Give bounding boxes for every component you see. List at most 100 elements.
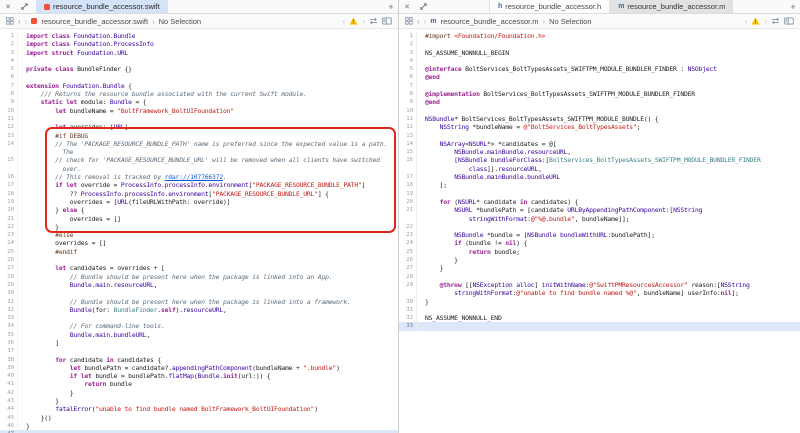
line-number[interactable]: 21 xyxy=(399,206,417,214)
line-number[interactable]: 4 xyxy=(0,57,18,65)
related-items-icon[interactable] xyxy=(405,17,413,25)
line-number[interactable] xyxy=(399,165,417,173)
line-number[interactable]: 22 xyxy=(0,223,18,231)
code-line[interactable]: 15 // check for 'PACKAGE_RESOURCE_BUNDLE… xyxy=(0,156,398,164)
next-issue-icon[interactable]: › xyxy=(362,17,365,26)
line-number[interactable]: 8 xyxy=(0,90,18,98)
line-number[interactable]: 17 xyxy=(399,173,417,181)
line-number[interactable]: 11 xyxy=(399,115,417,123)
code-line[interactable]: 44 fatalError("unable to find bundle nam… xyxy=(0,405,398,413)
line-number[interactable]: 32 xyxy=(0,306,18,314)
line-number[interactable]: 18 xyxy=(399,181,417,189)
line-number[interactable]: 4 xyxy=(399,57,417,65)
line-number[interactable] xyxy=(0,165,18,173)
code-line[interactable]: 30} xyxy=(399,298,800,306)
line-number[interactable]: 43 xyxy=(0,397,18,405)
code-line[interactable]: 14 NSArray<NSURL*> *candidates = @[ xyxy=(399,140,800,148)
forward-icon[interactable]: › xyxy=(424,17,427,26)
code-line[interactable]: 29 Bundle.main.resourceURL, xyxy=(0,281,398,289)
prev-issue-icon[interactable]: ‹ xyxy=(343,17,346,26)
code-line[interactable]: 13 #if DEBUG xyxy=(0,132,398,140)
line-number[interactable]: 16 xyxy=(399,156,417,164)
code-line[interactable]: 28 xyxy=(399,273,800,281)
code-line[interactable]: 14 // The 'PACKAGE_RESOURCE_BUNDLE_PATH'… xyxy=(0,140,398,148)
code-line[interactable]: 20 } else { xyxy=(0,206,398,214)
code-line[interactable]: stringWithFormat:@"unable to find bundle… xyxy=(399,289,800,297)
line-number[interactable]: 1 xyxy=(399,32,417,40)
code-line[interactable]: 4 xyxy=(399,57,800,65)
line-number[interactable]: 39 xyxy=(0,364,18,372)
line-number[interactable]: 37 xyxy=(0,347,18,355)
line-number[interactable]: 36 xyxy=(0,339,18,347)
code-line[interactable]: 28 // Bundle should be present here when… xyxy=(0,273,398,281)
line-number[interactable]: 14 xyxy=(399,140,417,148)
line-number[interactable]: 41 xyxy=(0,380,18,388)
code-line[interactable]: 24 if (bundle != nil) { xyxy=(399,239,800,247)
line-number[interactable]: 14 xyxy=(0,140,18,148)
code-line[interactable]: 37 xyxy=(0,347,398,355)
code-line[interactable]: 38 for candidate in candidates { xyxy=(0,356,398,364)
related-items-icon[interactable] xyxy=(6,17,14,25)
line-number[interactable] xyxy=(0,148,18,156)
code-line[interactable]: 45 }() xyxy=(0,414,398,422)
line-number[interactable]: 23 xyxy=(399,231,417,239)
line-number[interactable]: 2 xyxy=(399,40,417,48)
line-number[interactable]: 30 xyxy=(0,289,18,297)
line-number[interactable]: 29 xyxy=(399,281,417,289)
enter-fullscreen-icon[interactable] xyxy=(415,0,431,13)
line-number[interactable]: 16 xyxy=(0,173,18,181)
line-number[interactable]: 10 xyxy=(0,107,18,115)
line-number[interactable]: 40 xyxy=(0,372,18,380)
line-number[interactable]: 3 xyxy=(0,49,18,57)
line-number[interactable]: 28 xyxy=(399,273,417,281)
code-line[interactable]: 12 let overrides: [URL] xyxy=(0,123,398,131)
line-number[interactable]: 20 xyxy=(399,198,417,206)
line-number[interactable]: 24 xyxy=(399,239,417,247)
add-editor-icon[interactable] xyxy=(382,17,392,25)
line-number[interactable]: 2 xyxy=(0,40,18,48)
code-line[interactable]: 10 xyxy=(399,107,800,115)
forward-icon[interactable]: › xyxy=(25,17,28,26)
code-line[interactable]: 29 @throw [[NSException alloc] initWithN… xyxy=(399,281,800,289)
code-line[interactable]: over. xyxy=(0,165,398,173)
line-number[interactable]: 27 xyxy=(399,264,417,272)
line-number[interactable]: 32 xyxy=(399,314,417,322)
code-line[interactable]: 32NS_ASSUME_NONNULL_END xyxy=(399,314,800,322)
code-line[interactable]: 8 /// Returns the resource bundle associ… xyxy=(0,90,398,98)
line-number[interactable]: 9 xyxy=(399,98,417,106)
line-number[interactable]: 15 xyxy=(0,156,18,164)
tab-resource-bundle-accessor-h[interactable]: h resource_bundle_accessor.h xyxy=(489,0,610,13)
code-line[interactable]: 3NS_ASSUME_NONNULL_BEGIN xyxy=(399,49,800,57)
line-number[interactable]: 30 xyxy=(399,298,417,306)
code-line[interactable]: 9@end xyxy=(399,98,800,106)
code-line[interactable]: 6@end xyxy=(399,73,800,81)
code-line[interactable]: 18 ?? ProcessInfo.processInfo.environmen… xyxy=(0,190,398,198)
code-line[interactable]: 22 } xyxy=(0,223,398,231)
breadcrumb-file[interactable]: resource_bundle_accessor.m xyxy=(441,17,539,26)
line-number[interactable]: 11 xyxy=(0,115,18,123)
code-line[interactable]: 7 xyxy=(399,82,800,90)
code-line[interactable]: 42 } xyxy=(0,389,398,397)
code-line[interactable]: 27 } xyxy=(399,264,800,272)
line-number[interactable]: 13 xyxy=(399,132,417,140)
line-number[interactable]: 5 xyxy=(0,65,18,73)
line-number[interactable]: 33 xyxy=(0,314,18,322)
code-line[interactable]: 11 xyxy=(0,115,398,123)
add-tab-icon[interactable]: + xyxy=(384,0,398,13)
line-number[interactable]: 5 xyxy=(399,65,417,73)
line-number[interactable]: 18 xyxy=(0,190,18,198)
right-code-editor[interactable]: 1#import <Foundation/Foundation.h>23NS_A… xyxy=(399,29,800,433)
code-line[interactable]: 18 ]; xyxy=(399,181,800,189)
line-number[interactable]: 12 xyxy=(0,123,18,131)
tab-resource-bundle-accessor-swift[interactable]: resource_bundle_accessor.swift xyxy=(36,0,168,13)
code-line[interactable]: The xyxy=(0,148,398,156)
code-line[interactable]: 2 xyxy=(399,40,800,48)
code-line[interactable]: 16 [NSBundle bundleForClass:[BoltService… xyxy=(399,156,800,164)
line-number[interactable]: 33 xyxy=(399,322,417,330)
back-icon[interactable]: ‹ xyxy=(18,17,21,26)
next-issue-icon[interactable]: › xyxy=(764,17,767,26)
line-number[interactable]: 42 xyxy=(0,389,18,397)
enter-fullscreen-icon[interactable] xyxy=(16,0,32,13)
line-number[interactable]: 23 xyxy=(0,231,18,239)
code-line[interactable]: 26 xyxy=(0,256,398,264)
